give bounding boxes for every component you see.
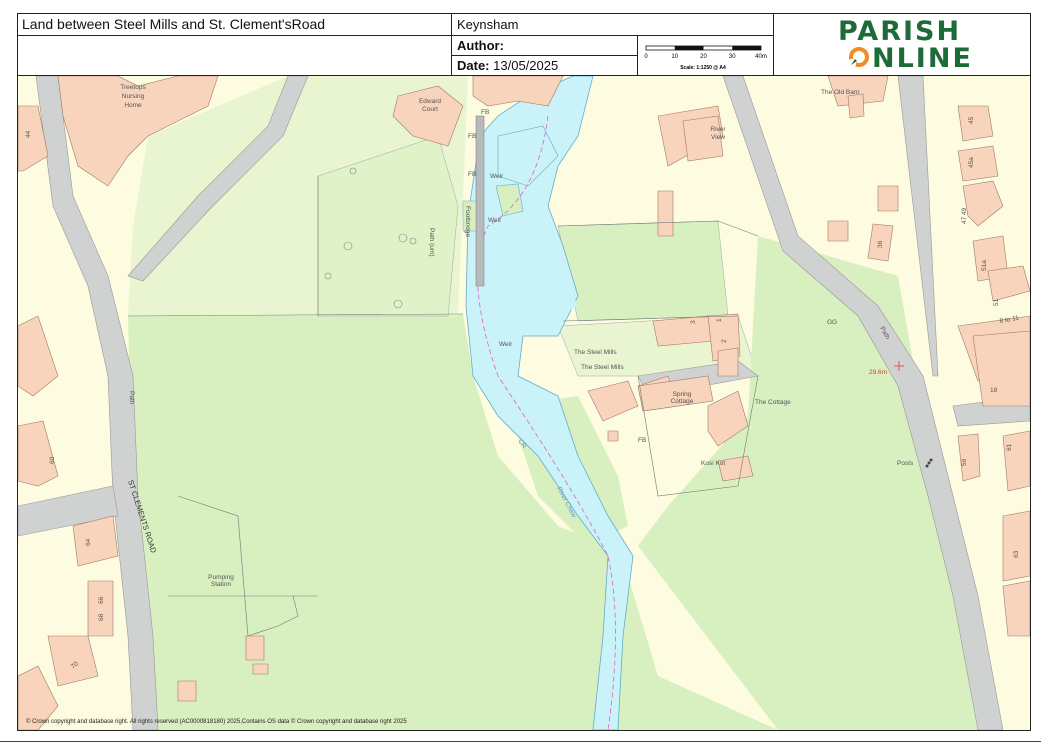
- logo-pin-icon: [849, 47, 869, 67]
- date-field: Date: 13/05/2025: [452, 56, 638, 76]
- label-house-number: 44: [25, 130, 32, 138]
- label-river-view: River: [710, 126, 726, 133]
- label-treetops: Home: [124, 102, 142, 109]
- map-header: Land between Steel Mills and St. Clement…: [17, 13, 1031, 76]
- label-house-number: 51a: [981, 260, 988, 271]
- label-spring-cottage: Cottage: [671, 398, 694, 405]
- label-treetops: Treetops: [120, 84, 146, 91]
- label-fb: FB: [468, 133, 476, 140]
- label-steel-mills: The Steel Mills: [581, 364, 624, 371]
- place-name: Keynsham: [452, 14, 774, 36]
- label-the-cottage: The Cottage: [755, 399, 791, 406]
- label-house-number: 63: [1013, 550, 1020, 558]
- scale-tick: 40m: [755, 54, 767, 60]
- label-pumping: Pumping: [208, 574, 234, 581]
- label-house-number: 59: [961, 458, 968, 466]
- label-spring-cottage: Spring: [673, 391, 692, 398]
- label-house-number: 66: [98, 596, 105, 604]
- label-house-number: 18: [990, 387, 998, 394]
- logo-word-online: NLINE: [872, 43, 973, 74]
- date-label: Date:: [457, 58, 490, 73]
- label-house-number: 64: [85, 538, 92, 546]
- label-footbridge: Footbridge: [464, 206, 471, 237]
- label-old-barn: The Old Barn: [821, 89, 860, 96]
- label-fb: FB: [638, 437, 646, 444]
- label-edward-court: Edward: [419, 98, 441, 105]
- label-house-number: 1: [716, 318, 723, 322]
- label-house-number: 61: [1006, 443, 1013, 451]
- scale-tick: 10: [671, 54, 678, 60]
- label-gg: GG: [827, 319, 837, 326]
- copyright-notice: © Crown copyright and database right. Al…: [26, 719, 407, 725]
- date-value: 13/05/2025: [493, 58, 559, 73]
- label-path-um: Path (um): [428, 228, 435, 257]
- label-house-number: 45a: [968, 157, 975, 168]
- label-weir: Weir: [488, 217, 502, 224]
- label-edward-court: Court: [422, 106, 438, 113]
- scale-tick: 30: [729, 54, 736, 60]
- label-house-number: 3: [690, 320, 697, 324]
- label-steel-mills: The Steel Mills: [574, 349, 617, 356]
- label-house-number: 47 49: [961, 207, 968, 224]
- author-field: Author:: [452, 36, 638, 56]
- scale-tick: 20: [700, 54, 707, 60]
- scale-bar: 0 10 20 30 40m Scale: 1:1250 @ A4: [638, 36, 774, 76]
- label-posts: Posts: [897, 460, 914, 467]
- blank-cell: [18, 36, 452, 76]
- map-title: Land between Steel Mills and St. Clement…: [18, 14, 452, 36]
- label-pumping: Station: [211, 581, 232, 588]
- footer-rule: [0, 741, 1041, 742]
- label-house-number: 68: [98, 613, 105, 621]
- map-canvas[interactable]: Treetops Nursing Home Edward Court FB FB…: [17, 76, 1031, 731]
- scale-text: Scale: 1:1250 @ A4: [680, 65, 726, 71]
- label-river-view: View: [711, 134, 725, 141]
- label-house-number: 36: [877, 240, 884, 248]
- label-weir: Weir: [490, 173, 504, 180]
- scale-tick: 0: [644, 54, 648, 60]
- os-map[interactable]: Treetops Nursing Home Edward Court FB FB…: [18, 76, 1030, 730]
- label-kosi-kot: Kosi Kot: [701, 460, 725, 467]
- label-spot-height: 29.6m: [869, 369, 887, 376]
- label-fb: FB: [468, 171, 476, 178]
- label-fb: FB: [481, 109, 489, 116]
- label-path-west: Path: [128, 391, 135, 405]
- parish-online-logo: PARISH NLINE: [774, 14, 1030, 76]
- label-house-number: 60: [49, 456, 56, 464]
- author-label: Author:: [457, 38, 504, 53]
- label-house-number: 2: [721, 339, 728, 343]
- label-weir: Weir: [499, 341, 513, 348]
- label-house-number: 45: [968, 116, 975, 124]
- label-house-number: 51: [993, 298, 1000, 306]
- label-treetops: Nursing: [122, 93, 145, 100]
